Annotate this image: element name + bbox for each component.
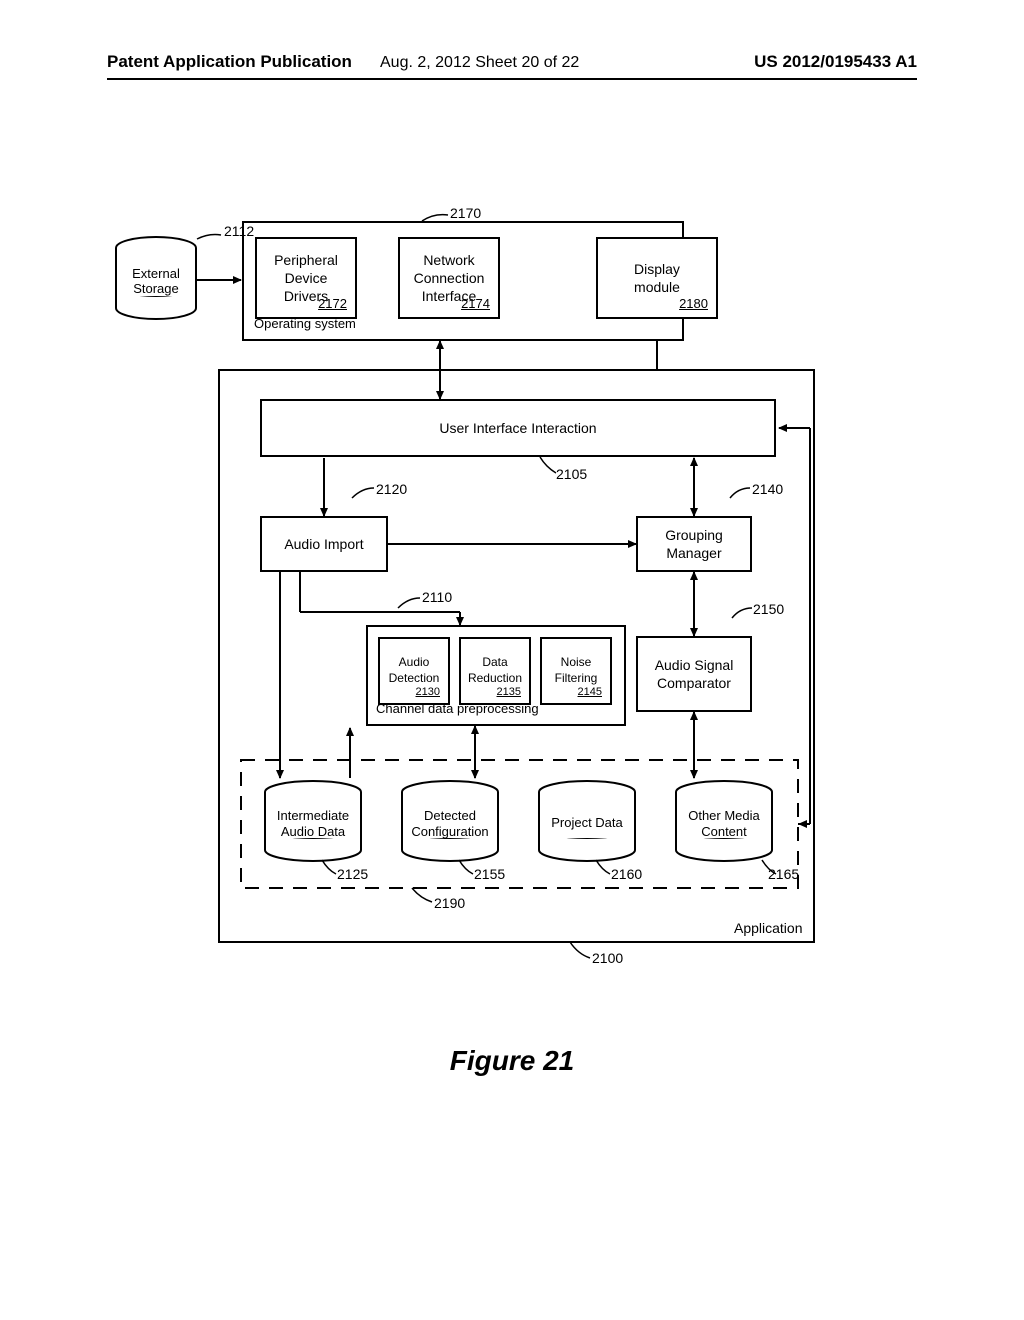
ref-2105: 2105	[556, 466, 587, 482]
audio-signal-comparator-label: Audio Signal Comparator	[655, 656, 734, 692]
header-rule	[107, 78, 917, 80]
noise-filtering-box: Noise Filtering 2145	[540, 637, 612, 705]
application-label: Application	[734, 920, 803, 936]
ref-2190: 2190	[434, 895, 465, 911]
ref-2125: 2125	[337, 866, 368, 882]
ref-2150: 2150	[753, 601, 784, 617]
ref-2135: 2135	[497, 685, 521, 699]
detected-configuration-label: Detected Configuration	[401, 808, 499, 841]
ref-2155: 2155	[474, 866, 505, 882]
ref-2174: 2174	[461, 296, 490, 313]
audio-signal-comparator-box: Audio Signal Comparator	[636, 636, 752, 712]
data-reduction-label: Data Reduction	[468, 655, 522, 686]
data-reduction-box: Data Reduction 2135	[459, 637, 531, 705]
grouping-manager-label: Grouping Manager	[665, 526, 723, 562]
ref-2165: 2165	[768, 866, 799, 882]
ref-2172: 2172	[318, 296, 347, 313]
ref-2160: 2160	[611, 866, 642, 882]
ref-2100: 2100	[592, 950, 623, 966]
user-interface-interaction-box: User Interface Interaction	[260, 399, 776, 457]
header-left: Patent Application Publication	[107, 52, 352, 72]
external-storage-label: External Storage	[116, 266, 196, 296]
network-connection-interface-box: Network Connection Interface 2174	[398, 237, 500, 319]
ref-2145: 2145	[578, 685, 602, 699]
other-media-content-label: Other Media Content	[675, 808, 773, 841]
ref-2120: 2120	[376, 481, 407, 497]
header-right: US 2012/0195433 A1	[754, 52, 917, 72]
ref-2140: 2140	[752, 481, 783, 497]
ref-2170: 2170	[450, 205, 481, 221]
display-module-box: Display module 2180	[596, 237, 718, 319]
audio-import-box: Audio Import	[260, 516, 388, 572]
noise-filtering-label: Noise Filtering	[555, 655, 598, 686]
figure-title: Figure 21	[0, 1045, 1024, 1077]
header-middle: Aug. 2, 2012 Sheet 20 of 22	[380, 54, 579, 72]
audio-detection-label: Audio Detection	[389, 655, 440, 686]
project-data-label: Project Data	[538, 815, 636, 831]
audio-import-label: Audio Import	[284, 535, 363, 553]
user-interface-interaction-label: User Interface Interaction	[439, 419, 596, 437]
intermediate-audio-data-label: Intermediate Audio Data	[264, 808, 362, 841]
grouping-manager-box: Grouping Manager	[636, 516, 752, 572]
ref-2130: 2130	[416, 685, 440, 699]
display-module-label: Display module	[634, 260, 680, 296]
peripheral-device-drivers-box: Peripheral Device Drivers 2172	[255, 237, 357, 319]
page: Patent Application Publication Aug. 2, 2…	[0, 0, 1024, 1320]
ref-2112: 2112	[224, 223, 254, 239]
ref-2110: 2110	[422, 589, 452, 605]
audio-detection-box: Audio Detection 2130	[378, 637, 450, 705]
ref-2180: 2180	[679, 296, 708, 313]
